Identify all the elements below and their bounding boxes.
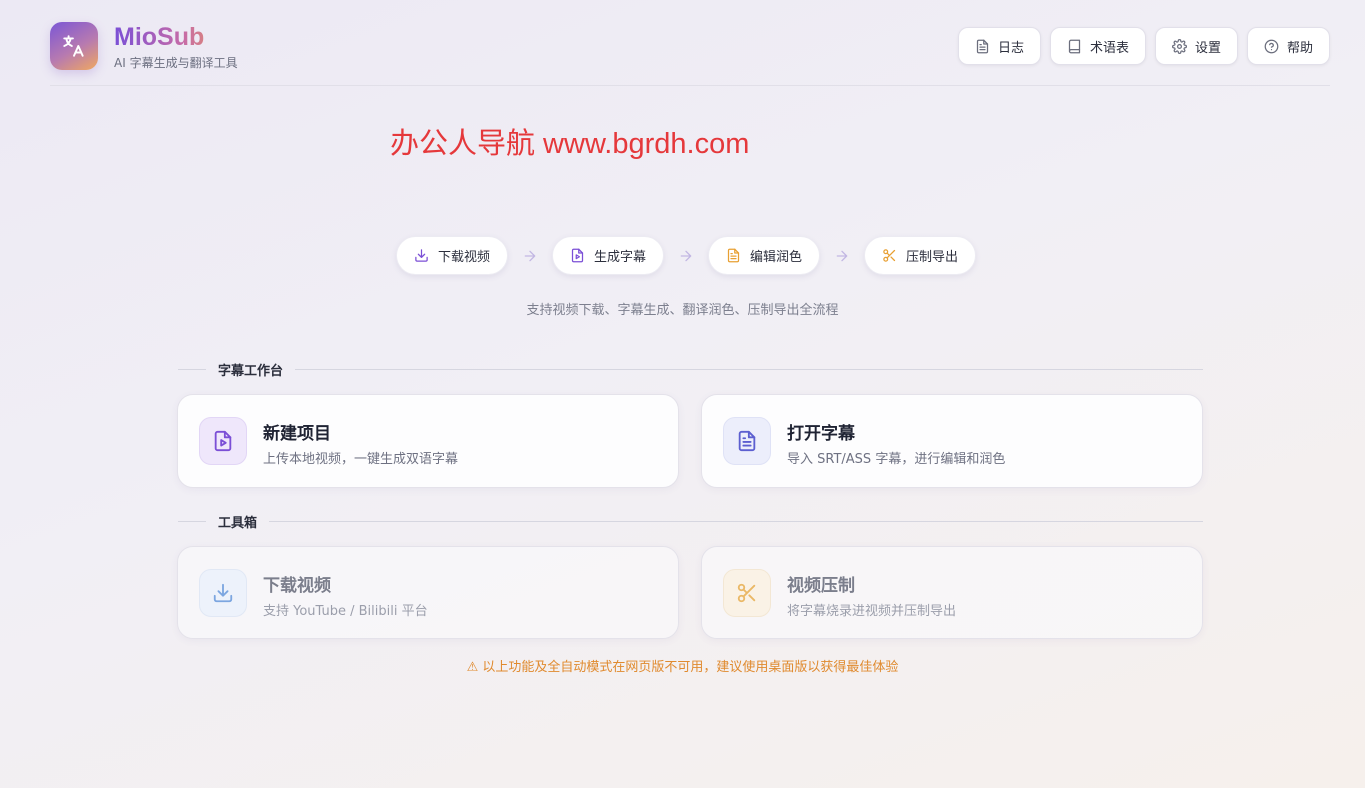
download-icon bbox=[213, 583, 233, 603]
section-toolbox-header: 工具箱 bbox=[178, 511, 1203, 531]
section-title: 字幕工作台 bbox=[218, 363, 284, 379]
glossary-button[interactable]: 术语表 bbox=[1049, 27, 1146, 65]
arrow-right-icon bbox=[820, 248, 864, 264]
card-desc: 导入 SRT/ASS 字幕，进行编辑和润色 bbox=[787, 452, 1006, 467]
glossary-button-label: 术语表 bbox=[1089, 40, 1129, 56]
card-icon-box bbox=[199, 417, 247, 465]
help-button-label: 帮助 bbox=[1286, 40, 1313, 56]
file-video-icon bbox=[214, 430, 232, 452]
logs-button[interactable]: 日志 bbox=[957, 27, 1041, 65]
step-export: 压制导出 bbox=[864, 236, 977, 275]
card-title: 下载视频 bbox=[263, 576, 331, 596]
header-nav: 日志 术语表 设置 帮助 bbox=[957, 27, 1330, 65]
settings-button[interactable]: 设置 bbox=[1154, 27, 1238, 65]
help-button[interactable]: 帮助 bbox=[1246, 27, 1330, 65]
card-title: 打开字幕 bbox=[787, 424, 855, 444]
step-download: 下载视频 bbox=[396, 236, 509, 275]
scissors-icon bbox=[737, 583, 756, 603]
step-generate: 生成字幕 bbox=[552, 236, 665, 275]
card-desc: 上传本地视频，一键生成双语字幕 bbox=[263, 452, 459, 467]
file-text-icon bbox=[976, 39, 989, 53]
arrow-right-icon bbox=[664, 248, 708, 264]
settings-button-label: 设置 bbox=[1194, 40, 1221, 56]
tagline: 支持视频下载、字幕生成、翻译润色、压制导出全流程 bbox=[526, 303, 839, 318]
gear-icon bbox=[1172, 38, 1187, 54]
card-desc: 将字幕烧录进视频并压制导出 bbox=[787, 604, 957, 619]
card-icon-box bbox=[723, 417, 771, 465]
section-workbench-header: 字幕工作台 bbox=[178, 359, 1203, 379]
arrow-right-icon bbox=[508, 248, 552, 264]
step-label: 压制导出 bbox=[906, 250, 959, 265]
card-title: 视频压制 bbox=[787, 576, 855, 596]
scissors-icon bbox=[883, 249, 896, 262]
web-unavailable-warning: ⚠ 以上功能及全自动模式在网页版不可用，建议使用桌面版以获得最佳体验 bbox=[466, 660, 899, 675]
book-icon bbox=[1068, 39, 1081, 53]
new-project-card[interactable]: 新建项目 上传本地视频，一键生成双语字幕 bbox=[177, 394, 679, 488]
app-name: MioSub bbox=[114, 23, 238, 51]
step-label: 生成字幕 bbox=[594, 250, 647, 265]
card-desc: 支持 YouTube / Bilibili 平台 bbox=[263, 604, 428, 619]
workflow-steps: 下载视频 生成字幕 编辑润色 压制导出 bbox=[396, 236, 977, 275]
file-video-icon bbox=[571, 248, 584, 263]
compress-video-card[interactable]: 视频压制 将字幕烧录进视频并压制导出 bbox=[701, 546, 1203, 639]
app-header: MioSub AI 字幕生成与翻译工具 日志 术语表 设置 帮助 bbox=[50, 20, 1330, 86]
card-icon-box bbox=[723, 569, 771, 617]
file-text-icon bbox=[738, 430, 756, 452]
open-subtitle-card[interactable]: 打开字幕 导入 SRT/ASS 字幕，进行编辑和润色 bbox=[701, 394, 1203, 488]
brand: MioSub AI 字幕生成与翻译工具 bbox=[114, 23, 238, 71]
card-title: 新建项目 bbox=[263, 424, 331, 444]
step-label: 下载视频 bbox=[438, 250, 491, 265]
step-edit: 编辑润色 bbox=[708, 236, 821, 275]
section-title: 工具箱 bbox=[218, 515, 258, 531]
step-label: 编辑润色 bbox=[750, 250, 803, 265]
logs-button-label: 日志 bbox=[997, 40, 1024, 56]
translate-icon bbox=[63, 35, 84, 57]
logo bbox=[50, 22, 98, 70]
download-video-card[interactable]: 下载视频 支持 YouTube / Bilibili 平台 bbox=[177, 546, 679, 639]
download-icon bbox=[415, 249, 428, 262]
help-circle-icon bbox=[1264, 39, 1279, 53]
file-text-icon bbox=[727, 248, 740, 263]
watermark-text: 办公人导航 www.bgrdh.com bbox=[390, 128, 750, 160]
card-icon-box bbox=[199, 569, 247, 617]
app-subtitle: AI 字幕生成与翻译工具 bbox=[114, 56, 238, 70]
